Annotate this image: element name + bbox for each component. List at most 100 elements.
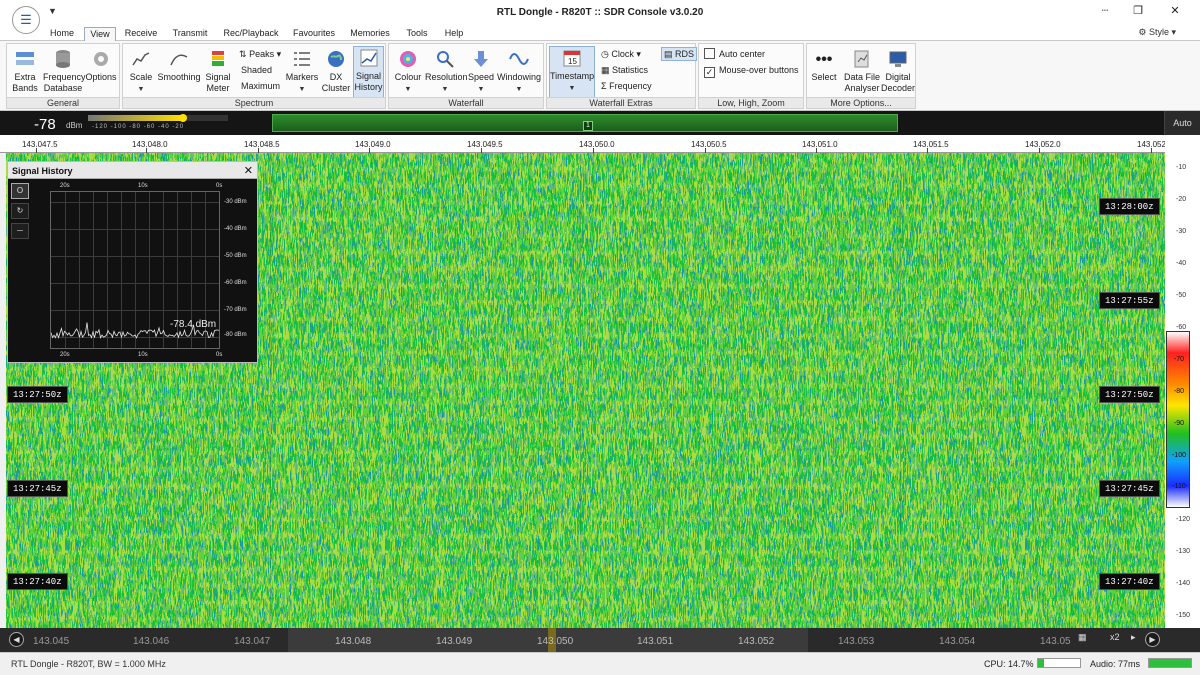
level-scale-label: -120 [1176,516,1191,523]
group-more-label: More Options... [807,97,915,108]
signal-meter-button[interactable]: Signal Meter [203,48,233,94]
bottom-axis-label: 143.052 [738,636,775,647]
signal-history-header[interactable]: Signal History ✕ [8,162,257,179]
bottom-frequency-axis[interactable]: ◀ ▦ x2 ▸ ▶ 143.045 143.046 143.047 143.048 1… [0,628,1200,652]
auto-center-label: Auto center [719,49,766,59]
waterfall-colour-bar[interactable]: -70 -80 -90 -100 -110 [1166,331,1190,508]
waterfall-icon[interactable]: ▦ [1078,632,1087,643]
peaks-button[interactable]: ⇅ Peaks ▾ [239,48,281,60]
waterfall-grid-line [900,153,901,628]
audio-bar-fill [1149,659,1191,667]
signal-meter-fill [88,115,184,121]
style-icon: ⚙ [1138,27,1147,37]
frequency-axis-label: 143.052.0 [1025,140,1061,149]
zoom-level[interactable]: x2 [1110,632,1120,642]
frequency-database-button[interactable]: Frequency Database [43,48,86,94]
dx-cluster-label: DX Cluster [321,72,351,93]
record-icon[interactable]: O [11,183,29,199]
digital-decoder-button[interactable]: Digital Decoder [881,48,915,94]
dx-cluster-button[interactable]: DX Cluster [321,48,351,94]
level-scale-label: -30 [1176,228,1187,235]
tab-view[interactable]: View [84,27,116,41]
smoothing-label: Smoothing [157,72,201,82]
windowing-button[interactable]: Windowing ▼ [497,48,541,95]
line-style-icon[interactable]: ─ [11,223,29,239]
tab-receive[interactable]: Receive [122,27,160,41]
group-waterfall-label: Waterfall [389,97,543,108]
timestamp-label: Timestamp [550,71,595,81]
reset-icon[interactable]: ↻ [11,203,29,219]
markers-button[interactable]: Markers ▼ [285,48,319,95]
frequency-axis[interactable]: 143.047.5 143.048.0 143.048.5 143.049.0 143.… [0,135,1166,153]
rds-icon: ▤ [664,49,673,59]
cpu-bar-fill [1038,659,1045,667]
group-general: Extra Bands Frequency Database Options G… [6,43,120,109]
peaks-icon: ⇅ [239,49,247,59]
data-file-analyser-button[interactable]: Data File Analyser [843,48,881,94]
select-label: Select [811,72,837,82]
options-button[interactable]: Options [85,48,117,83]
style-label: Style [1148,27,1169,37]
extra-bands-button[interactable]: Extra Bands [10,48,40,94]
tab-memories[interactable]: Memories [346,27,394,41]
signal-meter-knob [179,114,188,122]
colour-button[interactable]: Colour ▼ [393,48,423,95]
group-zoom-label: Low, High, Zoom [699,97,803,108]
resolution-button[interactable]: Resolution ▼ [425,48,468,95]
minimize-button[interactable]: ┈ [1095,4,1115,17]
signal-meter-icon [206,48,230,70]
group-waterfall-extras: 15 Timestamp ▼ ◷ Clock ▾ ▦ Statistics Σ F… [546,43,698,109]
select-button[interactable]: ••• Select [809,48,839,83]
ribbon: Extra Bands Frequency Database Options G… [0,41,1200,111]
history-y-label: -70 dBm [224,307,247,313]
history-x-label-top: 0s [216,183,223,189]
signal-history-button[interactable]: Signal History [353,46,384,98]
rds-button[interactable]: ▤ RDS [661,47,698,61]
bottom-axis-label: 143.051 [637,636,674,647]
zoom-arrow-icon[interactable]: ▸ [1131,632,1136,643]
scroll-left-button[interactable]: ◀ [9,632,24,647]
history-y-label: -50 dBm [224,253,247,259]
style-menu[interactable]: ⚙ Style ▾ [1138,27,1176,38]
tab-home[interactable]: Home [44,27,80,41]
frequency-axis-label: 143.049.5 [467,140,503,149]
maximize-button[interactable]: ❐ [1128,4,1148,17]
timestamp-button[interactable]: 15 Timestamp ▼ [549,46,595,98]
signal-history-close-button[interactable]: ✕ [244,164,253,177]
tab-favourites[interactable]: Favourites [288,27,340,41]
tab-transmit[interactable]: Transmit [168,27,212,41]
tab-help[interactable]: Help [440,27,468,41]
level-scale-label: -130 [1176,548,1191,555]
timestamp-left: 13:27:40z [7,573,68,590]
level-scale-label: -150 [1176,612,1191,619]
app-menu-icon[interactable]: ☰ [12,6,40,34]
auto-center-checkbox[interactable]: Auto center [704,48,765,60]
tab-tools[interactable]: Tools [402,27,432,41]
scroll-right-button[interactable]: ▶ [1145,632,1160,647]
tab-rec-playback[interactable]: Rec/Playback [218,27,284,41]
colour-bar-label: -100 [1171,452,1186,459]
statistics-button[interactable]: ▦ Statistics [601,64,648,76]
clock-button[interactable]: ◷ Clock ▾ [601,48,641,60]
speed-button[interactable]: Speed ▼ [467,48,495,95]
shaded-button[interactable]: Shaded [241,64,272,76]
frequency-database-label: Frequency Database [43,72,86,93]
mouse-over-label: Mouse-over buttons [719,65,799,75]
signal-history-toolbar: O ↻ ─ [11,183,29,243]
marker-1[interactable]: 1 [583,121,593,131]
group-zoom: Auto center ✓ Mouse-over buttons Low, Hig… [698,43,804,109]
bandwidth-overview[interactable]: 1 [272,114,898,132]
mouse-over-checkbox[interactable]: ✓ Mouse-over buttons [704,64,799,78]
window-title: RTL Dongle - R820T :: SDR Console v3.0.2… [496,7,704,18]
history-y-label: -60 dBm [224,280,247,286]
timestamp-right: 13:27:50z [1099,386,1160,403]
auto-button[interactable]: Auto [1164,111,1200,135]
scale-button[interactable]: Scale ▼ [127,48,155,95]
maximum-button[interactable]: Maximum [241,80,280,92]
close-button[interactable]: ✕ [1165,4,1185,17]
smoothing-button[interactable]: Smoothing [157,48,201,83]
status-device: RTL Dongle - R820T, BW = 1.000 MHz [11,659,166,669]
markers-caret-icon: ▼ [298,86,306,93]
rds-label: RDS [675,49,695,59]
frequency-button[interactable]: Σ Frequency [601,80,652,92]
